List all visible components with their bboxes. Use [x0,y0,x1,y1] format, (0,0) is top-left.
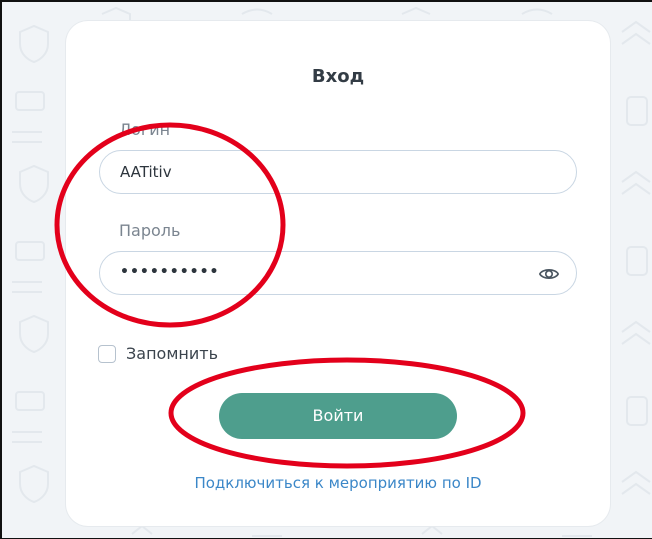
screenshot-frame: Вход Логин AATitiv Пароль •••••••••• Зап… [0,0,652,539]
login-field[interactable]: AATitiv [99,150,577,194]
password-field[interactable]: •••••••••• [99,251,577,295]
password-value[interactable]: •••••••••• [120,264,219,280]
remember-me[interactable]: Запомнить [98,344,218,363]
login-card: Вход Логин AATitiv Пароль •••••••••• Зап… [66,21,610,526]
join-by-id-link[interactable]: Подключиться к мероприятию по ID [66,474,610,492]
login-label: Логин [119,120,171,139]
eye-icon[interactable] [538,263,560,285]
remember-label: Запомнить [126,344,218,363]
login-title: Вход [311,66,365,87]
login-value[interactable]: AATitiv [120,163,172,181]
remember-checkbox[interactable] [98,344,116,363]
login-button[interactable]: Войти [219,393,457,439]
password-label: Пароль [119,221,181,240]
